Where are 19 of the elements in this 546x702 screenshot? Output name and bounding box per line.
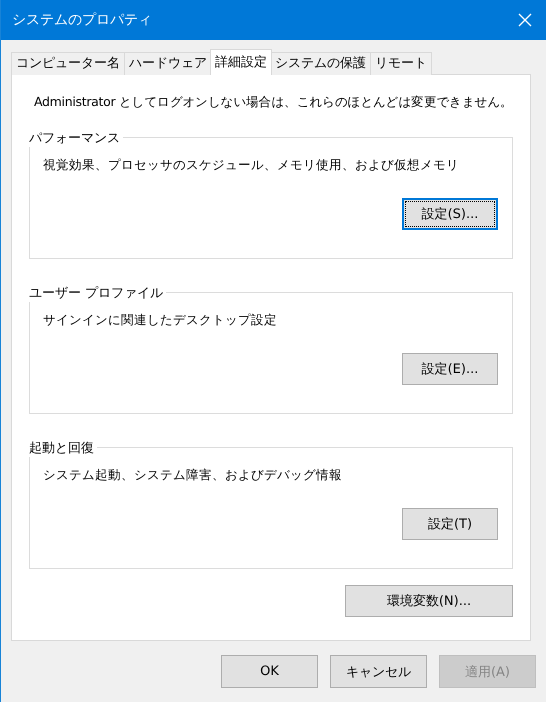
window-title: システムのプロパティ [12,11,152,29]
settings-button[interactable]: 設定(T) [402,508,498,540]
tab[interactable]: コンピューター名 [11,52,125,75]
close-icon[interactable] [518,13,532,27]
group-title: ユーザー プロファイル [29,284,166,302]
notice-text: Administrator としてログオンしない場合は、これらのほとんどは変更できません。 [34,94,513,111]
tab[interactable]: リモート [370,52,432,75]
group-title: 起動と回復 [29,439,97,457]
group-description: システム起動、システム障害、およびデバッグ情報 [43,467,343,484]
group-description: 視覚効果、プロセッサのスケジュール、メモリ使用、および仮想メモリ [43,157,460,174]
group-description: サインインに関連したデスクトップ設定 [43,312,278,329]
tab[interactable]: システムの保護 [270,52,371,75]
settings-button[interactable]: 設定(E)... [402,353,498,385]
dialog-button[interactable]: OK [221,655,318,688]
tab[interactable]: 詳細設定 [210,49,272,75]
environment-variables-button[interactable]: 環境変数(N)... [345,585,513,617]
settings-button[interactable]: 設定(S)... [402,198,498,230]
dialog-button[interactable]: キャンセル [330,655,427,688]
tab[interactable]: ハードウェア [124,52,212,75]
